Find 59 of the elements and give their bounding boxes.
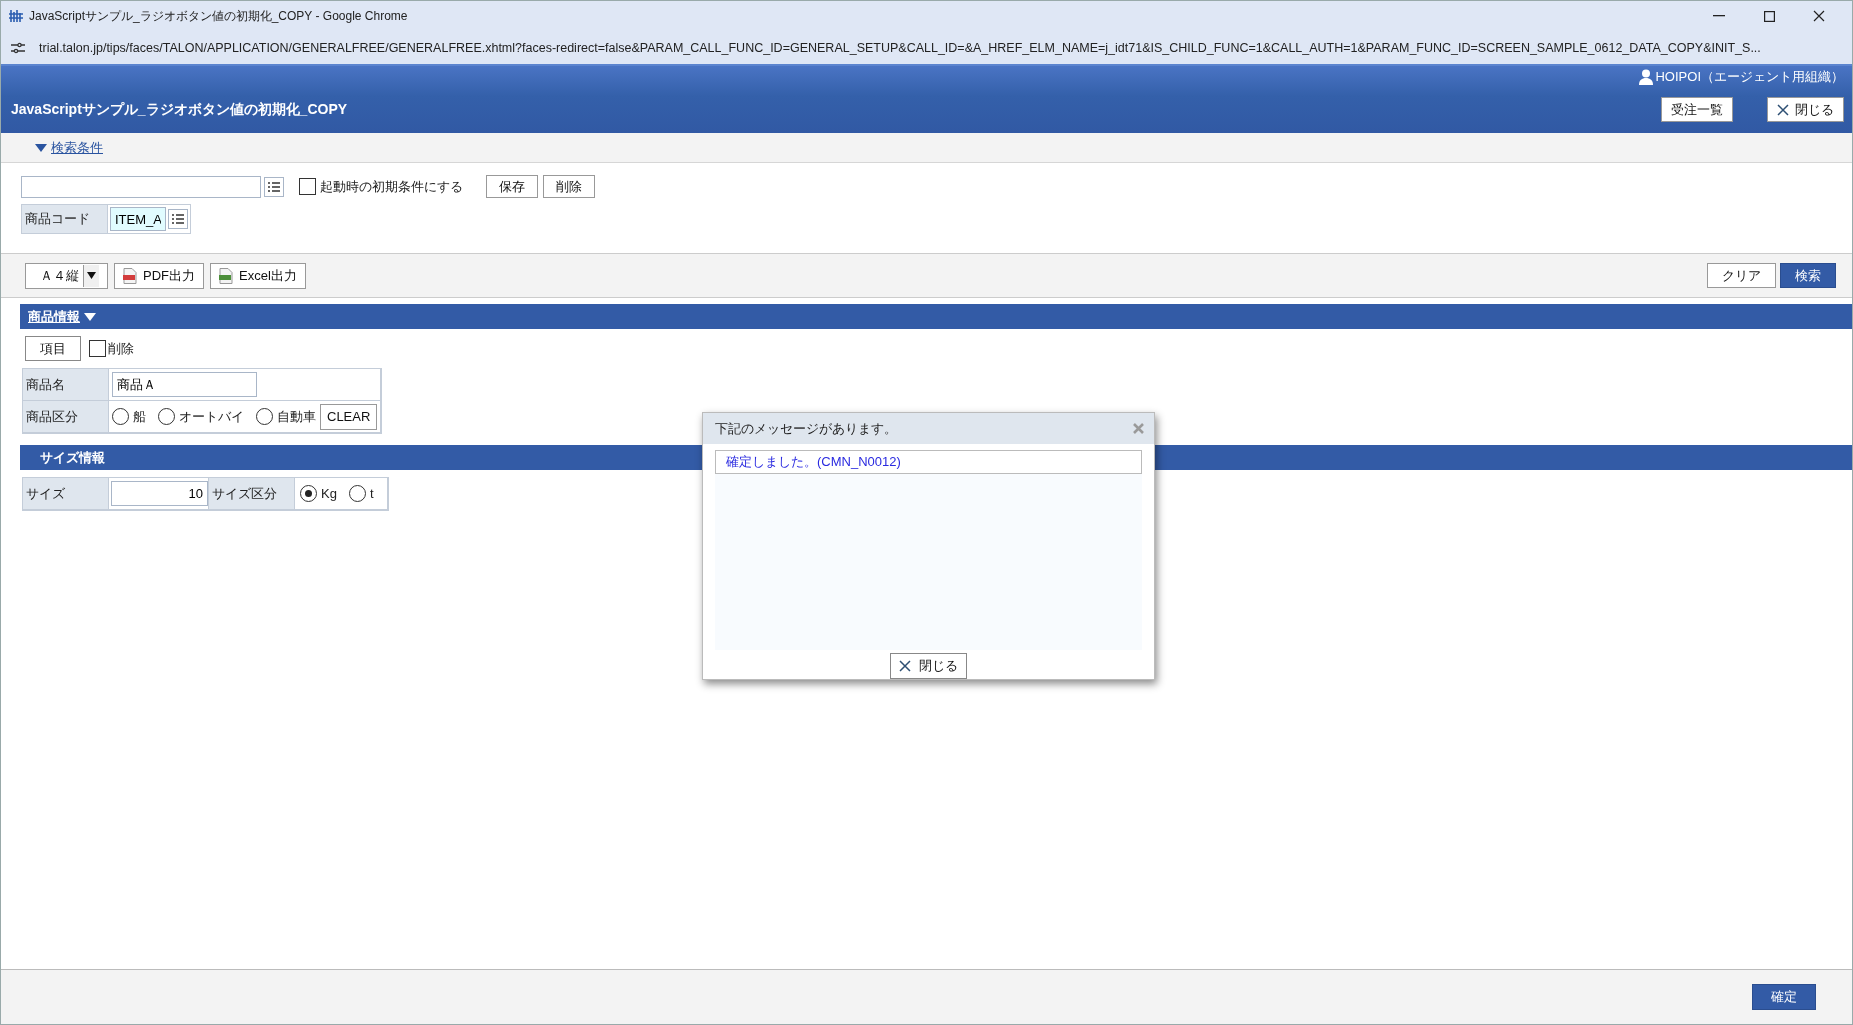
- field-label: サイズ区分: [209, 478, 295, 510]
- close-icon: [899, 660, 911, 672]
- checkbox[interactable]: [89, 340, 106, 357]
- size-field[interactable]: 10: [111, 481, 208, 506]
- section-title: サイズ情報: [40, 448, 105, 467]
- app-logo-icon: [9, 9, 23, 23]
- field-label: サイズ: [23, 478, 109, 510]
- radio-label: Kg: [321, 486, 337, 501]
- dropdown-arrow-icon: [87, 272, 96, 279]
- window-title: JavaScriptサンプル_ラジオボタン値の初期化_COPY - Google Chrome: [29, 7, 409, 25]
- checkbox-label: 起動時の初期条件にする: [320, 177, 463, 196]
- radio-button[interactable]: [348, 485, 366, 502]
- field-label: 商品区分: [23, 401, 109, 433]
- close-icon[interactable]: [1813, 10, 1825, 22]
- order-list-button[interactable]: 受注一覧: [1661, 97, 1733, 122]
- checkbox-label: 削除: [108, 339, 134, 358]
- radio-label: 船: [133, 407, 146, 426]
- close-button[interactable]: 閉じる: [1767, 97, 1844, 122]
- user-name: HOIPOI（エージェント用組織）: [1655, 68, 1844, 86]
- confirm-button[interactable]: 確定: [1752, 984, 1816, 1010]
- document-icon: [123, 267, 137, 284]
- radio-button[interactable]: [300, 485, 317, 502]
- preset-field[interactable]: [21, 175, 261, 198]
- radio-button[interactable]: [158, 408, 175, 425]
- clear-button[interactable]: クリア: [1707, 263, 1776, 288]
- maximize-icon[interactable]: [1763, 10, 1775, 22]
- radio-label: オートバイ: [179, 407, 244, 426]
- search-conditions-link[interactable]: 検索条件: [51, 138, 103, 157]
- pdf-export-button[interactable]: PDF出力: [114, 262, 204, 289]
- message-text: 確定しました。(CMN_N0012): [715, 450, 1142, 475]
- page-title: JavaScriptサンプル_ラジオボタン値の初期化_COPY: [11, 100, 349, 119]
- field-label: 商品コード: [22, 205, 108, 233]
- paper-size-select[interactable]: Ａ４縦: [25, 262, 108, 289]
- checkbox[interactable]: [299, 178, 316, 195]
- close-icon: [1777, 103, 1789, 116]
- radio-button[interactable]: [112, 408, 129, 425]
- radio-button[interactable]: [256, 408, 273, 425]
- product-name-field[interactable]: 商品Ａ: [112, 372, 257, 397]
- address-url[interactable]: trial.talon.jp/tips/faces/TALON/APPLICATION/GENERALFREE/GENERALFREE.xhtml?faces-redirect=false&PARAM_CALL_FUNC_ID=GENERAL_SETUP&CALL_ID=&A_HREF_ELM_NAME=j_idt71&IS_CHILD_FUNC=1&CALL_AUTH=1&PARAM_FUNC_ID=SCREEN_SAMPLE_0612_DATA_COPY&INIT_S...: [39, 40, 1761, 55]
- close-button[interactable]: 閉じる: [890, 653, 967, 679]
- minimize-icon[interactable]: [1713, 15, 1725, 17]
- list-icon: [267, 180, 281, 193]
- clear-button[interactable]: CLEAR: [320, 403, 378, 430]
- document-icon: [219, 267, 233, 284]
- section-title-link[interactable]: 商品情報: [28, 307, 80, 326]
- radio-label: t: [369, 486, 374, 501]
- delete-button[interactable]: 削除: [543, 175, 595, 198]
- site-settings-icon[interactable]: [11, 41, 25, 54]
- radio-label: 自動車: [277, 407, 316, 426]
- excel-export-button[interactable]: Excel出力: [210, 262, 306, 289]
- list-icon: [171, 213, 185, 225]
- list-button[interactable]: [264, 176, 284, 197]
- field-label: 商品名: [23, 369, 109, 401]
- item-button[interactable]: 項目: [25, 336, 81, 361]
- user-icon: [1639, 69, 1654, 85]
- save-button[interactable]: 保存: [486, 175, 538, 198]
- dialog-title: 下記のメッセージがあります。: [715, 419, 897, 438]
- list-button[interactable]: [168, 209, 188, 229]
- search-button[interactable]: 検索: [1780, 263, 1836, 288]
